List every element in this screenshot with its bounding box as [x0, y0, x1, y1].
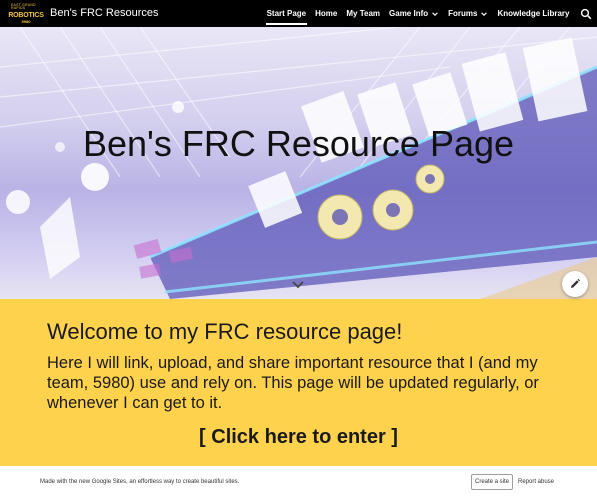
- nav-item-game-info[interactable]: Game Info: [385, 0, 444, 27]
- hero-title: Ben's FRC Resource Page: [82, 123, 515, 164]
- enter-link-label[interactable]: [ Click here to enter ]: [199, 426, 398, 449]
- create-site-button[interactable]: Create a site: [471, 474, 513, 490]
- hero-banner: Ben's FRC Resource Page: [0, 27, 597, 299]
- nav-item-label: My Team: [346, 9, 381, 18]
- nav-item-label: Game Info: [389, 9, 429, 18]
- nav-item-label: Knowledge Library: [497, 9, 570, 18]
- search-icon[interactable]: [580, 8, 592, 20]
- enter-link[interactable]: [ Click here to enter ]: [0, 426, 597, 449]
- chevron-down-icon[interactable]: [291, 280, 305, 290]
- logo-line-2: ROBOTICS: [8, 11, 44, 19]
- report-abuse-link[interactable]: Report abuse: [518, 479, 554, 485]
- team-logo[interactable]: EAST GRAND RAPIDS ROBOTICS 5980: [8, 2, 44, 24]
- chevron-down-icon[interactable]: [431, 10, 439, 18]
- nav-item-label: Forums: [448, 9, 478, 18]
- section-heading: Welcome to my FRC resource page!: [47, 319, 403, 344]
- footer: Made with the new Google Sites, an effor…: [0, 466, 597, 500]
- nav-item-label: Home: [315, 9, 338, 18]
- content-section: Welcome to my FRC resource page! Here I …: [0, 299, 597, 466]
- chevron-down-icon[interactable]: [480, 10, 488, 18]
- site-title[interactable]: Ben's FRC Resources: [50, 7, 158, 19]
- nav-item-label: Start Page: [266, 9, 307, 18]
- logo-line-1: EAST GRAND RAPIDS: [11, 2, 36, 10]
- nav-menu: Start Page Home My Team Game Info Forums…: [262, 0, 592, 27]
- section-body-text: Here I will link, upload, and share impo…: [47, 354, 539, 412]
- logo-line-3: 5980: [21, 18, 31, 24]
- footer-text: Made with the new Google Sites, an effor…: [40, 479, 240, 485]
- nav-item-forums[interactable]: Forums: [444, 0, 493, 27]
- nav-item-home[interactable]: Home: [311, 0, 342, 27]
- edit-button[interactable]: [562, 271, 588, 297]
- nav-item-my-team[interactable]: My Team: [342, 0, 385, 27]
- pencil-icon: [571, 278, 581, 288]
- nav-item-start-page[interactable]: Start Page: [262, 0, 311, 27]
- top-navigation-bar: EAST GRAND RAPIDS ROBOTICS 5980 Ben's FR…: [0, 0, 597, 27]
- nav-item-knowledge-library[interactable]: Knowledge Library: [493, 0, 574, 27]
